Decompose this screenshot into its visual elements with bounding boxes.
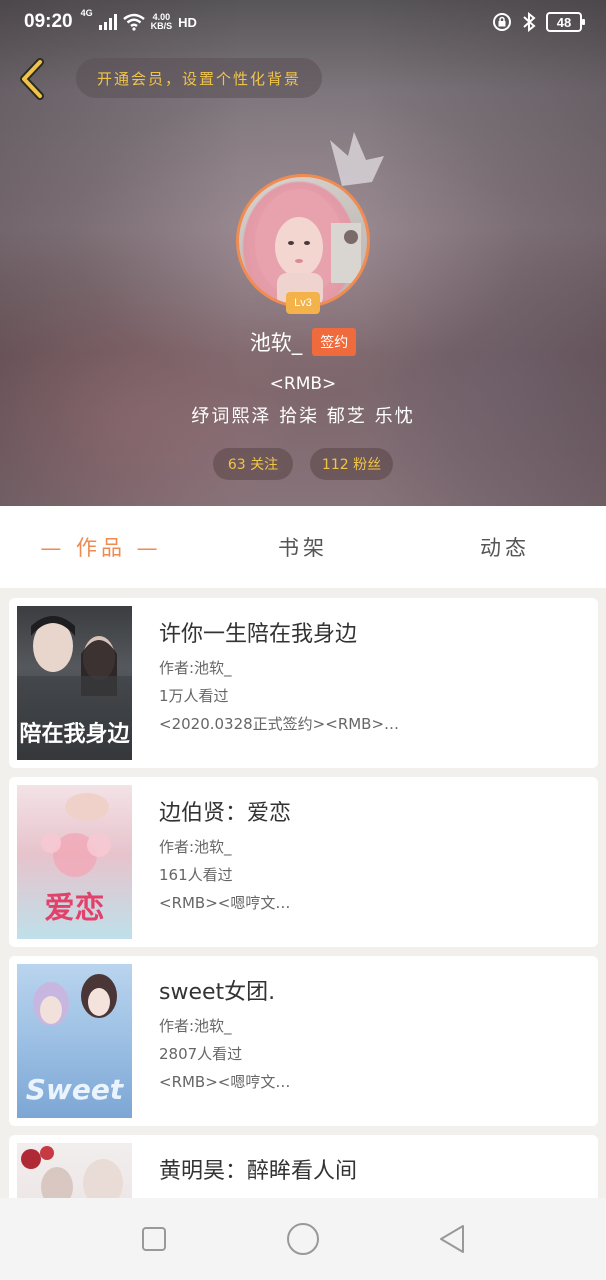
lock-rotation-icon	[493, 13, 511, 31]
profile-tabs: — 作品 — 书架 动态	[0, 506, 606, 588]
book-author: 作者:池软_	[159, 1017, 232, 1035]
username: 池软_	[249, 331, 303, 355]
book-card[interactable]: 陪在我身边 许你一生陪在我身边 作者:池软_ 1万人看过 <2020.0328正…	[9, 598, 598, 768]
network-type: 4G	[80, 8, 93, 18]
avatar[interactable]	[236, 174, 370, 308]
hd-icon: HD	[178, 14, 197, 30]
book-title: 许你一生陪在我身边	[159, 622, 358, 647]
signed-badge: 签约	[312, 328, 357, 356]
following-count[interactable]: 63 关注	[213, 448, 293, 480]
bio-line-1: <RMB>	[269, 374, 337, 394]
recent-apps-button[interactable]	[134, 1219, 174, 1259]
book-cover	[17, 1143, 132, 1198]
book-cover-text: 爱恋	[44, 891, 105, 926]
book-cover: Sweet	[17, 964, 132, 1118]
bio-line-2: 纾词熙泽 拾柒 郁芝 乐忱	[191, 406, 415, 427]
tab-activity[interactable]: 动态	[404, 532, 606, 562]
net-speed-unit: KB/S	[150, 21, 173, 31]
book-cover-text: 陪在我身边	[19, 722, 130, 747]
book-title: sweet女团.	[159, 980, 276, 1005]
status-bar: 09:20 4G 4.00 KB/S HD 48	[0, 0, 606, 44]
signal-icon	[98, 14, 117, 30]
status-time: 09:20	[24, 11, 73, 32]
triangle-back-icon	[439, 1225, 464, 1253]
chevron-left-icon	[20, 58, 44, 100]
tab-works[interactable]: — 作品 —	[0, 532, 202, 562]
vip-background-prompt[interactable]: 开通会员，设置个性化背景	[76, 58, 322, 98]
tab-bookshelf[interactable]: 书架	[202, 532, 404, 562]
username-row: 池软_ 签约	[0, 326, 606, 358]
wifi-icon	[122, 13, 145, 31]
book-cover: 爱恋	[17, 785, 132, 939]
book-list: 陪在我身边 许你一生陪在我身边 作者:池软_ 1万人看过 <2020.0328正…	[0, 598, 606, 1198]
battery-icon: 48	[546, 12, 585, 32]
book-views: 161人看过	[159, 866, 233, 884]
book-title: 黄明昊：醉眸看人间	[159, 1159, 358, 1184]
system-nav-bar	[0, 1198, 606, 1280]
bluetooth-icon	[523, 12, 536, 32]
book-cover: 陪在我身边	[17, 606, 132, 760]
book-author: 作者:池软_	[159, 659, 232, 677]
book-cover-text: Sweet	[25, 1073, 124, 1106]
level-badge: Lv3	[286, 292, 320, 314]
book-author: 作者:池软_	[159, 838, 232, 856]
book-description: <RMB><嗯哼文…	[159, 894, 291, 912]
book-views: 1万人看过	[159, 687, 229, 705]
book-description: <2020.0328正式签约><RMB>…	[159, 715, 400, 733]
book-description: <RMB><嗯哼文…	[159, 1073, 291, 1091]
circle-icon	[286, 1223, 319, 1255]
back-button[interactable]	[14, 56, 50, 102]
book-title: 边伯贤：爱恋	[159, 801, 292, 826]
book-card[interactable]: Sweet sweet女团. 作者:池软_ 2807人看过 <RMB><嗯哼文…	[9, 956, 598, 1126]
avatar-image	[236, 174, 370, 308]
back-nav-button[interactable]	[432, 1219, 472, 1259]
home-button[interactable]	[283, 1219, 323, 1259]
square-icon	[142, 1227, 167, 1251]
fans-count[interactable]: 112 粉丝	[310, 448, 393, 480]
book-card[interactable]: 黄明昊：醉眸看人间	[9, 1135, 598, 1198]
book-card[interactable]: 爱恋 边伯贤：爱恋 作者:池软_ 161人看过 <RMB><嗯哼文…	[9, 777, 598, 947]
book-views: 2807人看过	[159, 1045, 243, 1063]
